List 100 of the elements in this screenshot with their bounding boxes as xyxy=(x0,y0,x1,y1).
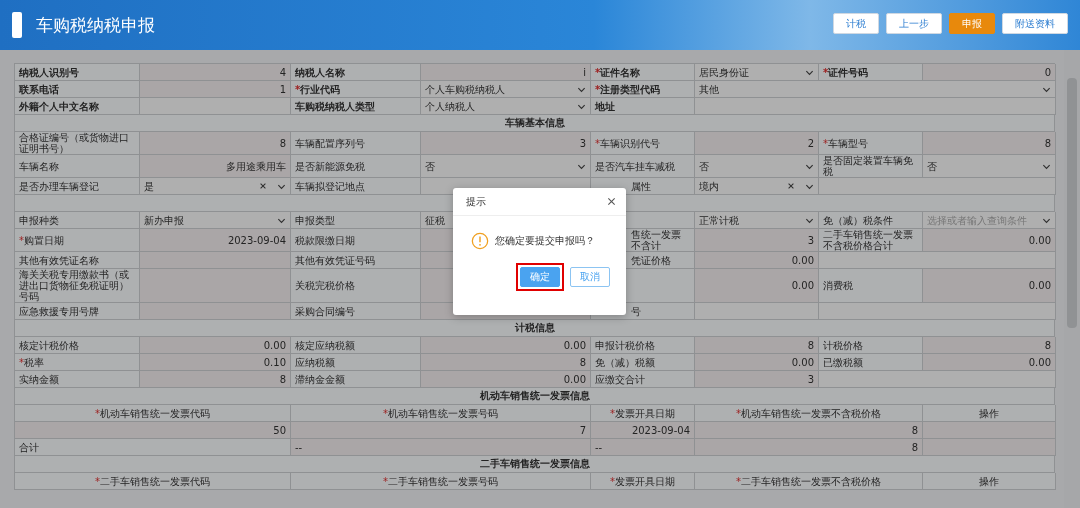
field-label: 纳税人识别号 xyxy=(15,64,140,81)
select-field[interactable]: 境内 xyxy=(695,178,819,195)
field-value: 0.00 xyxy=(421,337,591,354)
field-value: 8 xyxy=(923,132,1056,155)
select-field[interactable]: 否 xyxy=(695,155,819,178)
section-title: 计税信息 xyxy=(15,320,1055,337)
field-label: 滞纳金金额 xyxy=(291,371,421,388)
field-label: 应缴交合计 xyxy=(591,371,695,388)
field-value: 0.00 xyxy=(923,269,1056,303)
field-label: *税率 xyxy=(15,354,140,371)
field-value: 8 xyxy=(695,422,923,439)
field-label: 海关关税专用缴款书（或进出口货物征免税证明）号码 xyxy=(15,269,140,303)
field-label: 合计 xyxy=(15,439,291,456)
toolbar-button[interactable]: 上一步 xyxy=(886,13,942,34)
field-label: 计税价格 xyxy=(819,337,923,354)
column-header: *机动车销售统一发票不含税价格 xyxy=(695,405,923,422)
select-field[interactable]: 否 xyxy=(923,155,1056,178)
clear-icon[interactable] xyxy=(787,182,795,190)
field-value: 8 xyxy=(695,439,923,456)
column-header: *发票开具日期 xyxy=(591,405,695,422)
field-value: 8 xyxy=(140,132,291,155)
field-value: 2023-09-04 xyxy=(140,229,291,252)
field-label: 二手车销售统一发票不含税价格合计 xyxy=(819,229,923,252)
field-label: 申报种类 xyxy=(15,212,140,229)
select-field[interactable]: 个人车购税纳税人 xyxy=(421,81,591,98)
title-bar-icon xyxy=(12,12,22,38)
field-label: 纳税人名称 xyxy=(291,64,421,81)
input-field[interactable] xyxy=(695,98,1056,115)
field-label: 应急救援专用号牌 xyxy=(15,303,140,320)
field-label: 车辆拟登记地点 xyxy=(291,178,421,195)
input-field[interactable] xyxy=(140,98,291,115)
dialog-title: 提示 xyxy=(466,194,486,209)
select-field[interactable]: 正常计税 xyxy=(695,212,819,229)
field-label: 是否汽车挂车减税 xyxy=(591,155,695,178)
field-value: 多用途乘用车 xyxy=(140,155,291,178)
field-value: 0.00 xyxy=(695,269,819,303)
clear-icon[interactable] xyxy=(259,182,267,190)
field-value: 2 xyxy=(695,132,819,155)
field-label: 采购合同编号 xyxy=(291,303,421,320)
warning-icon xyxy=(471,232,489,250)
field-label: 申报类型 xyxy=(291,212,421,229)
field-label: *行业代码 xyxy=(291,81,421,98)
field-value: 0.00 xyxy=(140,337,291,354)
field-label: *购置日期 xyxy=(15,229,140,252)
column-header: *二手车销售统一发票代码 xyxy=(15,473,291,490)
field-label: 是否固定装置车辆免税 xyxy=(819,155,923,178)
close-icon[interactable] xyxy=(607,197,616,206)
column-header: 操作 xyxy=(923,405,1056,422)
column-header: *二手车销售统一发票不含税价格 xyxy=(695,473,923,490)
field-value: 0.10 xyxy=(140,354,291,371)
field-label: 车购税纳税人类型 xyxy=(291,98,421,115)
field-label: 外籍个人中文名称 xyxy=(15,98,140,115)
field-label: 核定应纳税额 xyxy=(291,337,421,354)
field-label: *证件名称 xyxy=(591,64,695,81)
field-value: 8 xyxy=(695,337,819,354)
toolbar-button[interactable]: 计税 xyxy=(833,13,879,34)
field-label: 核定计税价格 xyxy=(15,337,140,354)
field-label: 合格证编号（或货物进口证明书号） xyxy=(15,132,140,155)
field-value: 8 xyxy=(923,337,1056,354)
input-field[interactable] xyxy=(819,178,1056,195)
field-label: 免（减）税额 xyxy=(591,354,695,371)
section-title: 二手车销售统一发票信息 xyxy=(15,456,1055,473)
column-header: *机动车销售统一发票代码 xyxy=(15,405,291,422)
field-value: 50 xyxy=(15,422,291,439)
field-value: 0.00 xyxy=(695,354,819,371)
page-title: 车购税纳税申报 xyxy=(36,13,155,37)
select-field[interactable]: 是 xyxy=(140,178,291,195)
select-field[interactable]: 新办申报 xyxy=(140,212,291,229)
field-value: 8 xyxy=(140,371,291,388)
input-field[interactable] xyxy=(695,303,819,320)
input-field[interactable] xyxy=(819,303,1056,320)
field-value: 1 xyxy=(140,81,291,98)
column-header: *机动车销售统一发票号码 xyxy=(291,405,591,422)
field-value: 3 xyxy=(695,371,819,388)
field-value: 8 xyxy=(421,354,591,371)
field-label: 车辆配置序列号 xyxy=(291,132,421,155)
field-label: 已缴税额 xyxy=(819,354,923,371)
section-title: 车辆基本信息 xyxy=(15,115,1055,132)
field-label: 实纳金额 xyxy=(15,371,140,388)
field-value: 0.00 xyxy=(923,229,1056,252)
field-label: 税款限缴日期 xyxy=(291,229,421,252)
column-header: 操作 xyxy=(923,473,1056,490)
toolbar-button[interactable]: 附送资料 xyxy=(1002,13,1068,34)
field-label: *车辆识别代号 xyxy=(591,132,695,155)
input-field[interactable] xyxy=(819,252,1056,269)
field-value: 0 xyxy=(923,64,1056,81)
field-label: 联系电话 xyxy=(15,81,140,98)
input-field[interactable] xyxy=(819,371,1056,388)
field-label: 关税完税价格 xyxy=(291,269,421,303)
field-label: 消费税 xyxy=(819,269,923,303)
select-field[interactable]: 个人纳税人 xyxy=(421,98,591,115)
field-value: i xyxy=(421,64,591,81)
field-label: 地址 xyxy=(591,98,695,115)
select-field[interactable]: 否 xyxy=(421,155,591,178)
field-label: 是否办理车辆登记 xyxy=(15,178,140,195)
field-label: 其他有效凭证名称 xyxy=(15,252,140,269)
select-field[interactable]: 居民身份证 xyxy=(695,64,819,81)
field-label: *证件号码 xyxy=(819,64,923,81)
field-label: 是否新能源免税 xyxy=(291,155,421,178)
select-field[interactable]: 其他 xyxy=(695,81,1056,98)
